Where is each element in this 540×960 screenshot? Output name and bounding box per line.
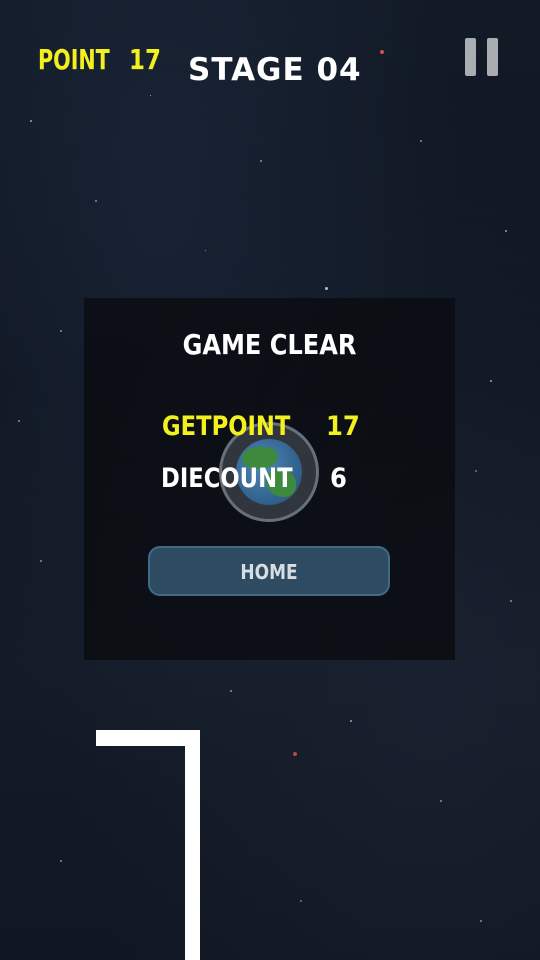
diecount-label: DIECOUNT (161, 463, 293, 494)
star (350, 720, 352, 722)
star (230, 690, 232, 692)
pause-icon-bar (487, 38, 498, 76)
home-button[interactable]: HOME (148, 546, 390, 596)
star (510, 600, 512, 602)
star (490, 380, 492, 382)
star (260, 160, 262, 162)
game-clear-title: GAME CLEAR (182, 328, 357, 361)
game-clear-panel: GAME CLEAR GETPOINT 17 DIECOUNT 6 HOME (84, 298, 455, 660)
star (293, 752, 297, 756)
star (440, 800, 442, 802)
wall-obstacle-side (185, 730, 200, 960)
star (300, 900, 302, 902)
star (18, 420, 20, 422)
stage-title: STAGE 04 (188, 52, 362, 88)
star (95, 200, 97, 202)
pause-icon (465, 38, 476, 76)
home-button-label: HOME (240, 560, 298, 584)
game-screen: POINT 17 STAGE 04 GAME CLEAR GETPOINT 17… (0, 0, 540, 960)
point-label: POINT (38, 43, 110, 76)
star (60, 330, 62, 332)
star (380, 50, 384, 54)
getpoint-label: GETPOINT (162, 411, 291, 442)
star (325, 287, 328, 290)
star (205, 250, 206, 251)
star (40, 560, 42, 562)
star (60, 860, 62, 862)
diecount-value: 6 (330, 463, 347, 494)
star (480, 920, 482, 922)
star (505, 230, 507, 232)
getpoint-value: 17 (326, 411, 360, 442)
star (420, 140, 422, 142)
point-value: 17 (129, 43, 161, 76)
star (475, 470, 477, 472)
pause-button[interactable] (465, 38, 501, 78)
star (30, 120, 32, 122)
star (150, 95, 151, 96)
